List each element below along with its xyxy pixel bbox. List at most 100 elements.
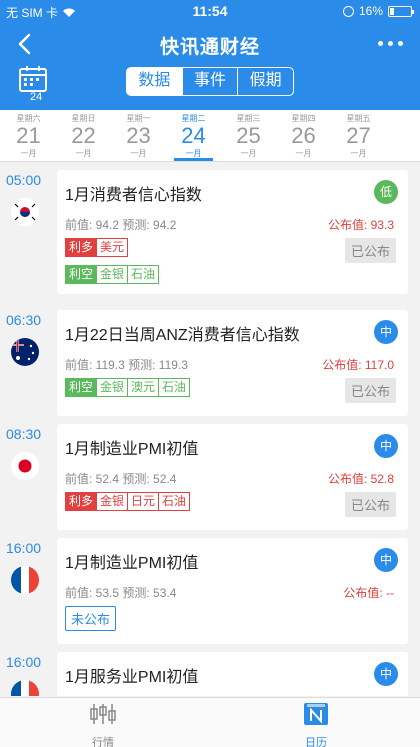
date-month: 一月	[130, 149, 147, 158]
france-flag-icon	[11, 566, 39, 594]
importance-badge: 中	[374, 434, 398, 458]
date-number: 27	[346, 123, 371, 148]
previous-forecast-values: 前值: 53.5 预测: 53.4	[65, 586, 177, 600]
event-title: 1月服务业PMI初值	[65, 669, 199, 686]
tab-market[interactable]: 行情	[63, 702, 143, 747]
event-title: 1月22日当周ANZ消费者信心指数	[65, 327, 300, 344]
importance-badge: 低	[374, 180, 398, 204]
page-title: 快讯通财经	[159, 37, 260, 58]
segment-0[interactable]: 数据	[127, 68, 182, 95]
actual-value: 公布值: 93.3	[327, 218, 394, 232]
australia-flag-icon	[11, 338, 39, 366]
tab-calendar[interactable]: 日历	[276, 702, 356, 747]
event-time: 05:00	[6, 172, 42, 188]
previous-forecast-values: 前值: 119.3 预测: 119.3	[65, 358, 188, 372]
orientation-lock-icon	[342, 5, 354, 17]
date-month: 一月	[75, 149, 92, 158]
impact-tag-item: 石油	[159, 492, 191, 511]
event-list: 05:00 1月消费者信心指数 低前值: 94.2 预测: 94.2 公布值: 93.…	[0, 162, 420, 696]
impact-tag-item: 美元	[97, 238, 129, 257]
date-item-22[interactable]: 星期日 22 一月	[56, 110, 111, 161]
battery-icon	[388, 5, 414, 17]
impact-tag-row: 利多 金银 日元 石油	[65, 492, 191, 511]
impact-tag-row: 利多 美元	[65, 238, 129, 257]
tab-bar: 行情 日历	[0, 697, 420, 747]
candlestick-icon	[90, 704, 116, 724]
tab-market-label: 行情	[92, 737, 114, 747]
status-published-badge: 已公布	[344, 378, 396, 403]
app-header: 无 SIM 卡 11:54 16% 快讯通财经 24 数据 事件 假期	[0, 0, 420, 110]
calendar-n-icon	[304, 703, 328, 725]
importance-badge: 中	[374, 548, 398, 572]
event-time: 08:30	[6, 426, 42, 442]
actual-value: 公布值: 52.8	[327, 472, 394, 486]
date-number: 25	[236, 123, 261, 148]
event-title: 1月消费者信心指数	[65, 187, 202, 204]
event-item[interactable]: 08:30 1月制造业PMI初值 中前值: 52.4 预测: 52.4 公布值: 52…	[0, 416, 420, 536]
status-bar: 无 SIM 卡 11:54 16%	[0, 0, 420, 22]
impact-tag-item: 石油	[128, 265, 160, 284]
more-icon[interactable]	[376, 32, 406, 56]
importance-badge: 中	[374, 320, 398, 344]
event-time: 16:00	[6, 654, 42, 670]
date-strip: 星期六 21 一月 星期日 22 一月 星期一 23 一月 星期二 24 一月 星期三 25 一月 星期四 26…	[0, 110, 420, 162]
actual-value: 公布值: --	[343, 586, 394, 600]
calendar-day-number: 24	[30, 91, 43, 103]
date-item-23[interactable]: 星期一 23 一月	[111, 110, 166, 161]
date-month: 一月	[295, 149, 312, 158]
impact-tag-head: 利空	[65, 378, 98, 397]
previous-forecast-values: 前值: 52.4 预测: 52.4	[65, 472, 177, 486]
event-item[interactable]: 16:00 1月制造业PMI初值 中前值: 53.5 预测: 53.4 公布值: --…	[0, 530, 420, 650]
date-item-25[interactable]: 星期三 25 一月	[221, 110, 276, 161]
impact-tag-item: 金银	[97, 378, 129, 397]
event-item[interactable]: 05:00 1月消费者信心指数 低前值: 94.2 预测: 94.2 公布值: 93.…	[0, 162, 420, 300]
event-card[interactable]: 1月消费者信心指数 低前值: 94.2 预测: 94.2 公布值: 93.3 利多 美元…	[57, 170, 408, 294]
date-month: 一月	[185, 149, 202, 158]
battery-percent: 16%	[358, 4, 383, 18]
event-card[interactable]: 1月服务业PMI初值 中	[57, 652, 408, 696]
date-number: 22	[71, 123, 96, 148]
korea-flag-icon	[11, 198, 39, 226]
date-month: 一月	[240, 149, 257, 158]
france-flag-icon	[11, 680, 39, 696]
actual-value: 公布值: 117.0	[322, 358, 394, 372]
date-number: 26	[291, 123, 316, 148]
tab-calendar-label: 日历	[305, 737, 327, 747]
impact-tag-row: 利空 金银 澳元 石油	[65, 378, 191, 397]
view-segmented-control: 数据 事件 假期	[126, 67, 294, 96]
date-month: 一月	[20, 149, 37, 158]
event-item[interactable]: 06:30 1月22日当周ANZ消费者信心指数 中前值: 119.3 预测: 119…	[0, 302, 420, 422]
date-item-21[interactable]: 星期六 21 一月	[1, 110, 56, 161]
nav-bar: 快讯通财经	[0, 26, 420, 62]
impact-tag-item: 金银	[97, 265, 129, 284]
event-card[interactable]: 1月制造业PMI初值 中前值: 53.5 预测: 53.4 公布值: -- 未公布	[57, 538, 408, 644]
event-item[interactable]: 16:00 1月服务业PMI初值 中	[0, 644, 420, 696]
impact-tag-item: 石油	[159, 378, 191, 397]
event-title: 1月制造业PMI初值	[65, 441, 199, 458]
date-number: 21	[16, 123, 41, 148]
impact-tag-item: 金银	[97, 492, 129, 511]
date-number: 24	[181, 123, 206, 148]
event-card[interactable]: 1月22日当周ANZ消费者信心指数 中前值: 119.3 预测: 119.3 公布值…	[57, 310, 408, 416]
impact-tag-head: 利多	[65, 492, 98, 511]
segment-1[interactable]: 事件	[181, 68, 238, 95]
previous-forecast-values: 前值: 94.2 预测: 94.2	[65, 218, 177, 232]
segment-2[interactable]: 假期	[237, 68, 293, 95]
date-item-27[interactable]: 星期五 27 一月	[331, 110, 386, 161]
date-item-24[interactable]: 星期二 24 一月	[166, 110, 221, 161]
date-number: 23	[126, 123, 151, 148]
impact-tag-row: 利空 金银 石油	[65, 265, 160, 284]
impact-tag-head: 利空	[65, 265, 98, 284]
date-month: 一月	[350, 149, 367, 158]
toolbar: 24 数据 事件 假期	[0, 64, 420, 104]
status-published-badge: 已公布	[344, 492, 396, 517]
importance-badge: 中	[374, 662, 398, 686]
impact-tag-head: 利多	[65, 238, 98, 257]
status-published-badge: 已公布	[344, 238, 396, 263]
date-item-26[interactable]: 星期四 26 一月	[276, 110, 331, 161]
event-time: 06:30	[6, 312, 42, 328]
event-card[interactable]: 1月制造业PMI初值 中前值: 52.4 预测: 52.4 公布值: 52.8 利多金…	[57, 424, 408, 530]
status-right: 16%	[342, 4, 414, 18]
event-title: 1月制造业PMI初值	[65, 555, 199, 572]
event-time: 16:00	[6, 540, 42, 556]
